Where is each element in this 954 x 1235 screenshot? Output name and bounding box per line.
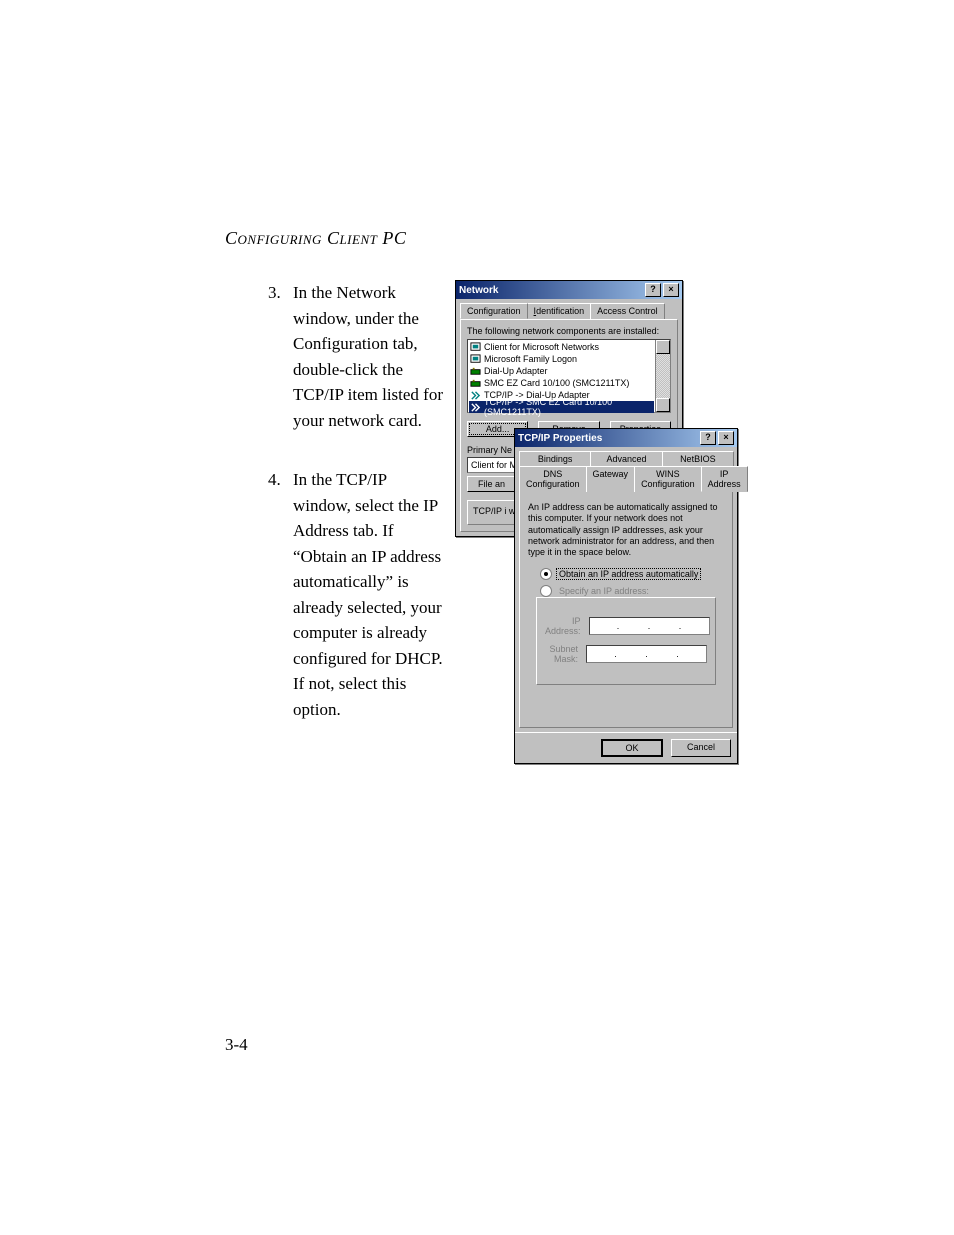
list-item[interactable]: Microsoft Family Logon: [469, 353, 654, 365]
specify-group: IP Address: ... Subnet Mask: ...: [536, 597, 716, 685]
components-listbox[interactable]: Client for Microsoft Networks Microsoft …: [467, 339, 671, 413]
titlebar[interactable]: Network ? ×: [456, 281, 682, 299]
step-text: In the Network window, under the Configu…: [293, 280, 448, 433]
cancel-button[interactable]: Cancel: [671, 739, 731, 757]
tabs: Configuration Identification Access Cont…: [456, 299, 682, 319]
primary-logon-select[interactable]: Client for M: [467, 457, 515, 473]
tab-wins[interactable]: WINS Configuration: [634, 466, 702, 492]
tab-advanced[interactable]: Advanced: [590, 451, 662, 466]
tab-bindings[interactable]: Bindings: [519, 451, 591, 466]
description-text: TCP/IP i wide-are: [473, 506, 513, 516]
list-item-label: Client for Microsoft Networks: [484, 342, 599, 352]
components-label: The following network components are ins…: [467, 326, 671, 336]
ip-address-pane: An IP address can be automatically assig…: [519, 491, 733, 728]
client-icon: [470, 354, 481, 365]
tab-netbios[interactable]: NetBIOS: [662, 451, 734, 466]
radio-label: Obtain an IP address automatically: [557, 569, 700, 579]
subnet-mask-label: Subnet Mask:: [545, 644, 578, 664]
step-number: 3.: [268, 280, 281, 306]
help-icon[interactable]: ?: [700, 431, 716, 445]
list-item-label: SMC EZ Card 10/100 (SMC1211TX): [484, 378, 629, 388]
list-item[interactable]: Client for Microsoft Networks: [469, 341, 654, 353]
window-title: Network: [459, 285, 643, 296]
tab-configuration[interactable]: Configuration: [460, 303, 528, 319]
file-print-sharing-button[interactable]: File an: [467, 476, 516, 492]
list-item[interactable]: SMC EZ Card 10/100 (SMC1211TX): [469, 377, 654, 389]
page-header: Configuring Client PC: [225, 228, 406, 249]
radio-specify[interactable]: Specify an IP address:: [540, 585, 726, 597]
list-item-label: Microsoft Family Logon: [484, 354, 577, 364]
step-number: 4.: [268, 467, 281, 493]
tab-dns[interactable]: DNS Configuration: [519, 466, 587, 492]
adapter-icon: [470, 366, 481, 377]
radio-dot-icon: [540, 585, 552, 597]
protocol-icon: [470, 390, 481, 401]
description-group: TCP/IP i wide-are: [467, 500, 519, 525]
protocol-icon: [470, 402, 481, 413]
tab-access-control[interactable]: Access Control: [590, 303, 665, 319]
tab-identification[interactable]: Identification: [527, 303, 592, 319]
subnet-mask-input[interactable]: ...: [586, 645, 707, 663]
tcpip-properties-window: TCP/IP Properties ? × Bindings Advanced …: [514, 428, 738, 764]
ip-address-input[interactable]: ...: [589, 617, 710, 635]
titlebar[interactable]: TCP/IP Properties ? ×: [515, 429, 737, 447]
radio-obtain-auto[interactable]: Obtain an IP address automatically: [540, 568, 726, 580]
scroll-up-icon[interactable]: [656, 340, 670, 354]
list-item-label: Dial-Up Adapter: [484, 366, 548, 376]
list-item[interactable]: Dial-Up Adapter: [469, 365, 654, 377]
client-icon: [470, 342, 481, 353]
tab-gateway[interactable]: Gateway: [586, 466, 636, 492]
page-number: 3-4: [225, 1035, 248, 1055]
close-icon[interactable]: ×: [663, 283, 679, 297]
ok-button[interactable]: OK: [601, 739, 663, 757]
help-icon[interactable]: ?: [645, 283, 661, 297]
scrollbar[interactable]: [655, 340, 670, 412]
close-icon[interactable]: ×: [718, 431, 734, 445]
scroll-down-icon[interactable]: [656, 398, 670, 412]
list-item-label: TCP/IP -> SMC EZ Card 10/100 (SMC1211TX): [484, 397, 653, 417]
list-item[interactable]: TCP/IP -> SMC EZ Card 10/100 (SMC1211TX): [469, 401, 654, 413]
tab-ip-address[interactable]: IP Address: [701, 466, 748, 492]
ip-address-label: IP Address:: [545, 616, 581, 636]
radio-dot-icon: [540, 568, 552, 580]
adapter-icon: [470, 378, 481, 389]
step-text: In the TCP/IP window, select the IP Addr…: [293, 467, 448, 722]
radio-label: Specify an IP address:: [557, 586, 651, 596]
window-title: TCP/IP Properties: [518, 433, 698, 444]
help-text: An IP address can be automatically assig…: [528, 502, 724, 558]
tabs: Bindings Advanced NetBIOS DNS Configurat…: [515, 447, 737, 492]
